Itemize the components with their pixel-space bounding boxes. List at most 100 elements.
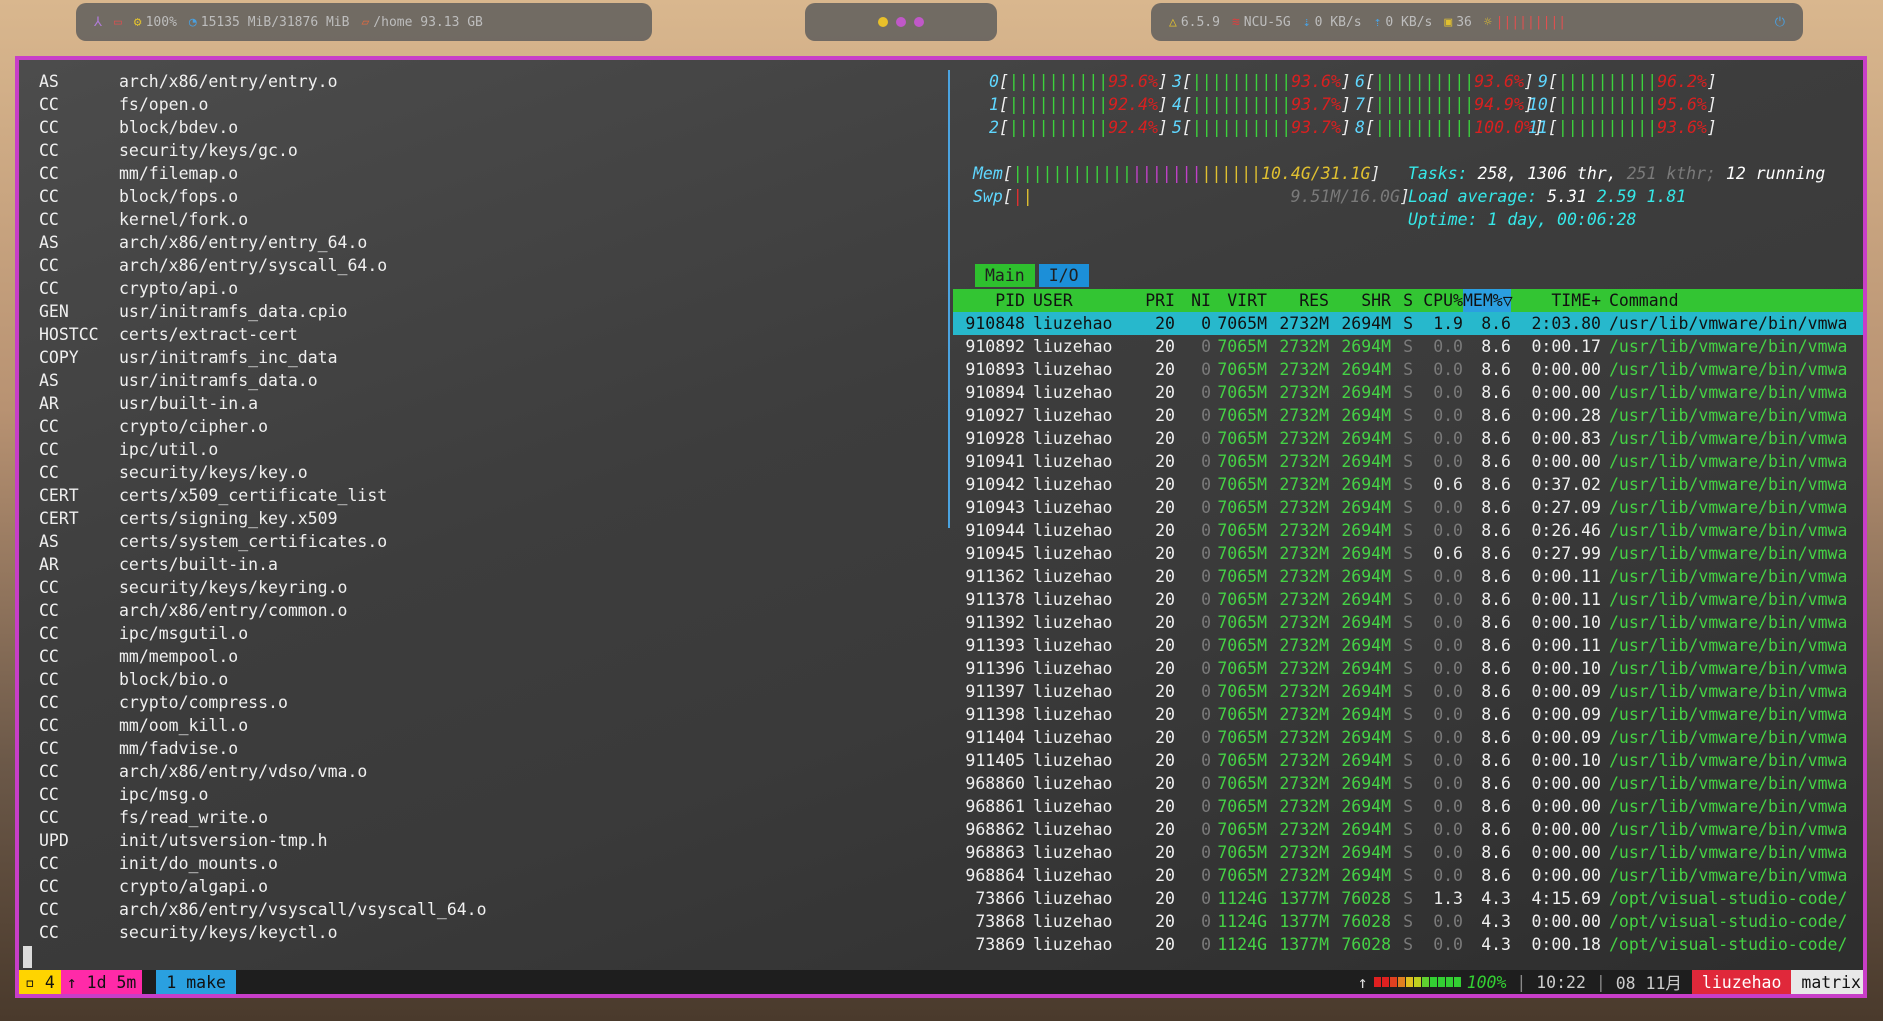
cell-pri: 20: [1155, 429, 1175, 448]
cell-shr: 2694M: [1341, 544, 1391, 563]
table-row[interactable]: 911397 liuzehao 20 0 7065M 2732M 2694M S 0.0 8.6 0…: [953, 680, 1863, 703]
table-row[interactable]: 911362 liuzehao 20 0 7065M 2732M 2694M S 0.0 8.6 0…: [953, 565, 1863, 588]
session-indicator[interactable]: ▫ 4: [19, 970, 61, 994]
cell-time: 0:00.83: [1531, 429, 1601, 448]
battery-segment: [1397, 977, 1405, 987]
workspace-dot-3[interactable]: [914, 17, 924, 27]
download-icon: ⇣: [1302, 14, 1311, 30]
cpu-meter-7: 7[||||||||||94.9%]: [1355, 95, 1534, 114]
build-log-line: HOSTCC certs/extract-cert: [39, 323, 959, 346]
table-row[interactable]: 910928 liuzehao 20 0 7065M 2732M 2694M S 0.0 8.6 0…: [953, 427, 1863, 450]
cell-virt: 7065M: [1217, 406, 1267, 425]
table-row[interactable]: 73866 liuzehao 20 0 1124G 1377M 76028 S 1.3 4.3 4:…: [953, 887, 1863, 910]
table-row[interactable]: 910942 liuzehao 20 0 7065M 2732M 2694M S 0.6 8.6 0…: [953, 473, 1863, 496]
build-log-line: CC security/keys/keyring.o: [39, 576, 959, 599]
cell-cpu: 0.0: [1433, 567, 1463, 586]
memory-icon: ◔: [188, 14, 197, 30]
arch-icon[interactable]: ⅄: [94, 15, 102, 30]
build-log-line: CERT certs/signing_key.x509: [39, 507, 959, 530]
table-row[interactable]: 910941 liuzehao 20 0 7065M 2732M 2694M S 0.0 8.6 0…: [953, 450, 1863, 473]
table-row[interactable]: 910894 liuzehao 20 0 7065M 2732M 2694M S 0.0 8.6 0…: [953, 381, 1863, 404]
cell-time: 0:00.11: [1531, 636, 1601, 655]
table-row[interactable]: 910893 liuzehao 20 0 7065M 2732M 2694M S 0.0 8.6 0…: [953, 358, 1863, 381]
cell-time: 0:00.00: [1531, 360, 1601, 379]
cell-cpu: 0.0: [1433, 383, 1463, 402]
table-row[interactable]: 968864 liuzehao 20 0 7065M 2732M 2694M S 0.0 8.6 0…: [953, 864, 1863, 887]
table-row[interactable]: 968863 liuzehao 20 0 7065M 2732M 2694M S 0.0 8.6 0…: [953, 841, 1863, 864]
cell-res: 1377M: [1279, 912, 1329, 931]
cell-mem: 8.6: [1481, 475, 1511, 494]
cell-shr: 2694M: [1341, 797, 1391, 816]
cell-res: 1377M: [1279, 935, 1329, 954]
build-step-tag: CC: [39, 854, 59, 873]
cell-time: 4:15.69: [1531, 889, 1601, 908]
col-virt[interactable]: VIRT: [1211, 289, 1267, 312]
tab-io[interactable]: I/O: [1038, 264, 1089, 287]
cell-mem: 8.6: [1481, 521, 1511, 540]
table-row[interactable]: 911404 liuzehao 20 0 7065M 2732M 2694M S 0.0 8.6 0…: [953, 726, 1863, 749]
col-shr[interactable]: SHR: [1329, 289, 1391, 312]
build-step-tag: CERT: [39, 486, 79, 505]
topbar-right: △ 6.5.9 ≋ NCU-5G ⇣ 0 KB/s ⇡ 0 KB/s ▣ 36 ☼ ||||…: [1151, 3, 1803, 41]
wifi-widget[interactable]: ≋ NCU-5G: [1232, 15, 1291, 30]
table-row-selected[interactable]: 910848 liuzehao 20 0 7065M 2732M 2694M S 1.9 8.6 2…: [953, 312, 1863, 335]
cell-s: S: [1403, 820, 1413, 839]
table-row[interactable]: 968860 liuzehao 20 0 7065M 2732M 2694M S 0.0 8.6 0…: [953, 772, 1863, 795]
brightness-widget[interactable]: ☼ |||||||||: [1484, 15, 1566, 30]
build-file-path: arch/x86/entry/common.o: [119, 601, 348, 620]
cell-pri: 20: [1155, 590, 1175, 609]
table-row[interactable]: 910943 liuzehao 20 0 7065M 2732M 2694M S 0.0 8.6 0…: [953, 496, 1863, 519]
window-tab-make[interactable]: 1 make: [156, 970, 236, 994]
col-ni[interactable]: NI: [1175, 289, 1211, 312]
col-time[interactable]: TIME+: [1511, 289, 1601, 312]
table-row[interactable]: 73869 liuzehao 20 0 1124G 1377M 76028 S 0.0 4.3 0:…: [953, 933, 1863, 956]
build-step-tag: CC: [39, 164, 59, 183]
table-row[interactable]: 911398 liuzehao 20 0 7065M 2732M 2694M S 0.0 8.6 0…: [953, 703, 1863, 726]
cell-user: liuzehao: [1033, 728, 1113, 747]
workspace-dot-2[interactable]: [896, 17, 906, 27]
table-row[interactable]: 911378 liuzehao 20 0 7065M 2732M 2694M S 0.0 8.6 0…: [953, 588, 1863, 611]
cell-s: S: [1403, 337, 1413, 356]
cpu-id: 10: [1528, 95, 1548, 114]
table-row[interactable]: 73868 liuzehao 20 0 1124G 1377M 76028 S 0.0 4.3 0:…: [953, 910, 1863, 933]
tab-main[interactable]: Main: [975, 264, 1035, 287]
table-row[interactable]: 910892 liuzehao 20 0 7065M 2732M 2694M S 0.0 8.6 0…: [953, 335, 1863, 358]
table-row[interactable]: 910945 liuzehao 20 0 7065M 2732M 2694M S 0.6 8.6 0…: [953, 542, 1863, 565]
table-row[interactable]: 910944 liuzehao 20 0 7065M 2732M 2694M S 0.0 8.6 0…: [953, 519, 1863, 542]
col-state[interactable]: S: [1391, 289, 1413, 312]
packages-widget[interactable]: ▣ 36: [1444, 15, 1471, 30]
col-command[interactable]: Command: [1601, 289, 1863, 312]
col-mem-sorted[interactable]: MEM%▽: [1463, 289, 1513, 312]
cell-user: liuzehao: [1033, 843, 1113, 862]
table-row[interactable]: 911393 liuzehao 20 0 7065M 2732M 2694M S 0.0 8.6 0…: [953, 634, 1863, 657]
col-pri[interactable]: PRI: [1135, 289, 1175, 312]
build-log: AS arch/x86/entry/entry.o CC fs/open.o CC blo…: [39, 70, 959, 944]
cell-cmd: /usr/lib/vmware/bin/vmwa: [1609, 314, 1848, 333]
cpu-id: 5: [1172, 118, 1182, 137]
package-icon: ▣: [1444, 14, 1453, 30]
build-log-line: CC mm/filemap.o: [39, 162, 959, 185]
cell-cmd: /usr/lib/vmware/bin/vmwa: [1609, 567, 1848, 586]
power-icon[interactable]: ⏻: [1775, 15, 1785, 30]
build-file-path: arch/x86/entry/entry_64.o: [119, 233, 368, 252]
col-user[interactable]: USER: [1025, 289, 1135, 312]
terminal-window[interactable]: AS arch/x86/entry/entry.o CC fs/open.o CC blo…: [15, 56, 1867, 998]
col-res[interactable]: RES: [1267, 289, 1329, 312]
monitor-icon[interactable]: ▭: [114, 15, 122, 30]
table-row[interactable]: 911392 liuzehao 20 0 7065M 2732M 2694M S 0.0 8.6 0…: [953, 611, 1863, 634]
cell-shr: 76028: [1341, 935, 1391, 954]
table-row[interactable]: 968861 liuzehao 20 0 7065M 2732M 2694M S 0.0 8.6 0…: [953, 795, 1863, 818]
table-row[interactable]: 910927 liuzehao 20 0 7065M 2732M 2694M S 0.0 8.6 0…: [953, 404, 1863, 427]
cell-ni: 0: [1201, 751, 1211, 770]
table-row[interactable]: 911405 liuzehao 20 0 7065M 2732M 2694M S 0.0 8.6 0…: [953, 749, 1863, 772]
workspace-dot-1[interactable]: [878, 17, 888, 27]
col-cpu[interactable]: CPU%: [1413, 289, 1463, 312]
cell-pid: 911392: [965, 613, 1025, 632]
cpu-percent: 93.7%: [1291, 118, 1341, 137]
htop-pane[interactable]: Mem[|||||||||||||||||||||||||10.4G/31.1G…: [953, 70, 1863, 954]
col-pid[interactable]: PID: [953, 289, 1025, 312]
table-row[interactable]: 968862 liuzehao 20 0 7065M 2732M 2694M S 0.0 8.6 0…: [953, 818, 1863, 841]
cell-pri: 20: [1155, 912, 1175, 931]
table-row[interactable]: 911396 liuzehao 20 0 7065M 2732M 2694M S 0.0 8.6 0…: [953, 657, 1863, 680]
battery-segment: [1429, 977, 1437, 987]
